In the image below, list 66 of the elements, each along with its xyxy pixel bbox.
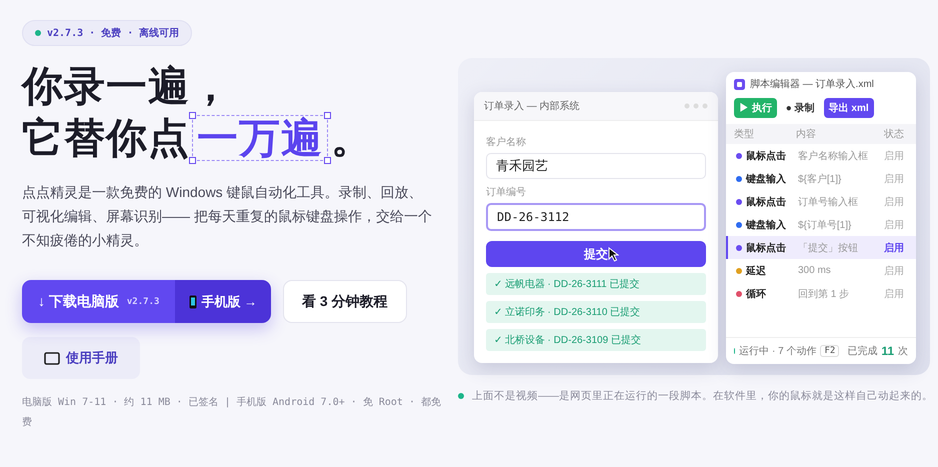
manual-button[interactable]: 使用手册 [22, 337, 140, 379]
cursor-icon [608, 247, 619, 262]
bullet-icon [458, 393, 464, 399]
action-row[interactable]: 鼠标点击 「提交」按钮 启用 [726, 236, 916, 259]
app-icon [734, 78, 745, 90]
tutorial-button[interactable]: 看 3 分钟教程 [283, 280, 407, 323]
submitted-record: ✓ 北桥设备 · DD-26-3109 已提交 [486, 329, 706, 351]
action-type: 鼠标点击 [746, 150, 786, 162]
headline: 它替你点 [22, 114, 190, 163]
action-content: 回到第 1 步 [798, 288, 850, 300]
export-button[interactable]: 导出 xml [824, 98, 874, 118]
column-header: 状态 [884, 128, 905, 141]
field-label: 客户名称 [486, 136, 527, 149]
action-row[interactable]: 延迟 300 ms 启用 [726, 259, 916, 282]
action-type: 延迟 [746, 264, 766, 278]
action-status: 启用 [884, 150, 905, 162]
action-type: 鼠标点击 [746, 196, 786, 208]
action-content: 「提交」按钮 [798, 242, 859, 254]
done-label: 已完成 [847, 344, 878, 358]
window-title: 脚本编辑器 — 订单录入.xml [750, 78, 874, 91]
highlighted-headline: 一万遍 [192, 115, 328, 161]
action-row[interactable]: 键盘输入 ${客户[1]} 启用 [726, 167, 916, 190]
hotkey-label: F2 [820, 345, 840, 357]
headline: 。 [331, 114, 373, 163]
action-content: 300 ms [798, 265, 832, 276]
action-status: 启用 [884, 288, 905, 300]
download-button[interactable]: ↓ 下载电脑版 v2.7.3 [22, 280, 176, 323]
window-title: 订单录入 — 内部系统 [484, 100, 580, 113]
input-field[interactable]: 青禾园艺 [486, 153, 706, 179]
submit-button[interactable]: 提交 [486, 241, 706, 267]
record-button[interactable]: ● 录制 [780, 98, 820, 118]
action-content: 订单号输入框 [798, 196, 859, 208]
action-row[interactable]: 键盘输入 ${订单号[1]} 启用 [726, 213, 916, 236]
run-status: 运行中 · 7 个动作 [739, 344, 816, 358]
action-type: 鼠标点击 [746, 242, 786, 254]
field-label: 订单编号 [486, 186, 527, 199]
platform-note: 电脑版 Win 7-11 · 约 11 MB · 已签名 | 手机版 Android 7.0+ · 免 Root · 都免费 [22, 396, 442, 430]
action-type: 键盘输入 [746, 172, 786, 186]
action-status: 启用 [884, 196, 905, 208]
done-count: 11 [881, 344, 894, 358]
done-unit: 次 [898, 345, 908, 358]
submitted-record: ✓ 立诺印务 · DD-26-3110 已提交 [486, 301, 706, 323]
version-badge: v2.7.3 · 免费 · 离线可用 [22, 20, 192, 46]
input-field[interactable]: DD-26-3112 [486, 203, 706, 231]
window-controls-icon [684, 103, 708, 109]
submitted-record: ✓ 远帆电器 · DD-26-3111 已提交 [486, 273, 706, 295]
action-row[interactable]: 鼠标点击 订单号输入框 启用 [726, 190, 916, 213]
action-row[interactable]: 循环 回到第 1 步 启用 [726, 282, 916, 305]
action-type: 循环 [746, 288, 766, 300]
demo-caption: 上面不是视频——是网页里正在运行的一段脚本。在软件里，你的鼠标就是这样自己动起来的。 [472, 389, 933, 403]
phone-icon [189, 294, 198, 308]
action-content: 客户名称输入框 [798, 150, 869, 162]
headline: 你录一遍， [22, 62, 233, 111]
action-status: 启用 [884, 264, 905, 278]
action-content: ${订单号[1]} [798, 218, 852, 232]
book-icon [44, 352, 60, 364]
action-type: 键盘输入 [746, 218, 786, 232]
column-header: 类型 [734, 128, 755, 141]
action-status: 启用 [884, 172, 905, 186]
action-status: 启用 [884, 218, 905, 232]
intro-paragraph: 点点精灵是一款免费的 Windows 键鼠自动化工具。录制、回放、可视化编辑、屏幕识别—— 把每天重复的鼠标键盘操作，交给一个不知疲倦的小精灵。 [22, 183, 432, 250]
action-content: ${客户[1]} [798, 172, 842, 186]
action-row[interactable]: 鼠标点击 客户名称输入框 启用 [726, 144, 916, 167]
mobile-button[interactable]: 手机版 → [175, 280, 272, 323]
action-status: 启用 [884, 241, 905, 254]
column-header: 内容 [796, 128, 817, 141]
